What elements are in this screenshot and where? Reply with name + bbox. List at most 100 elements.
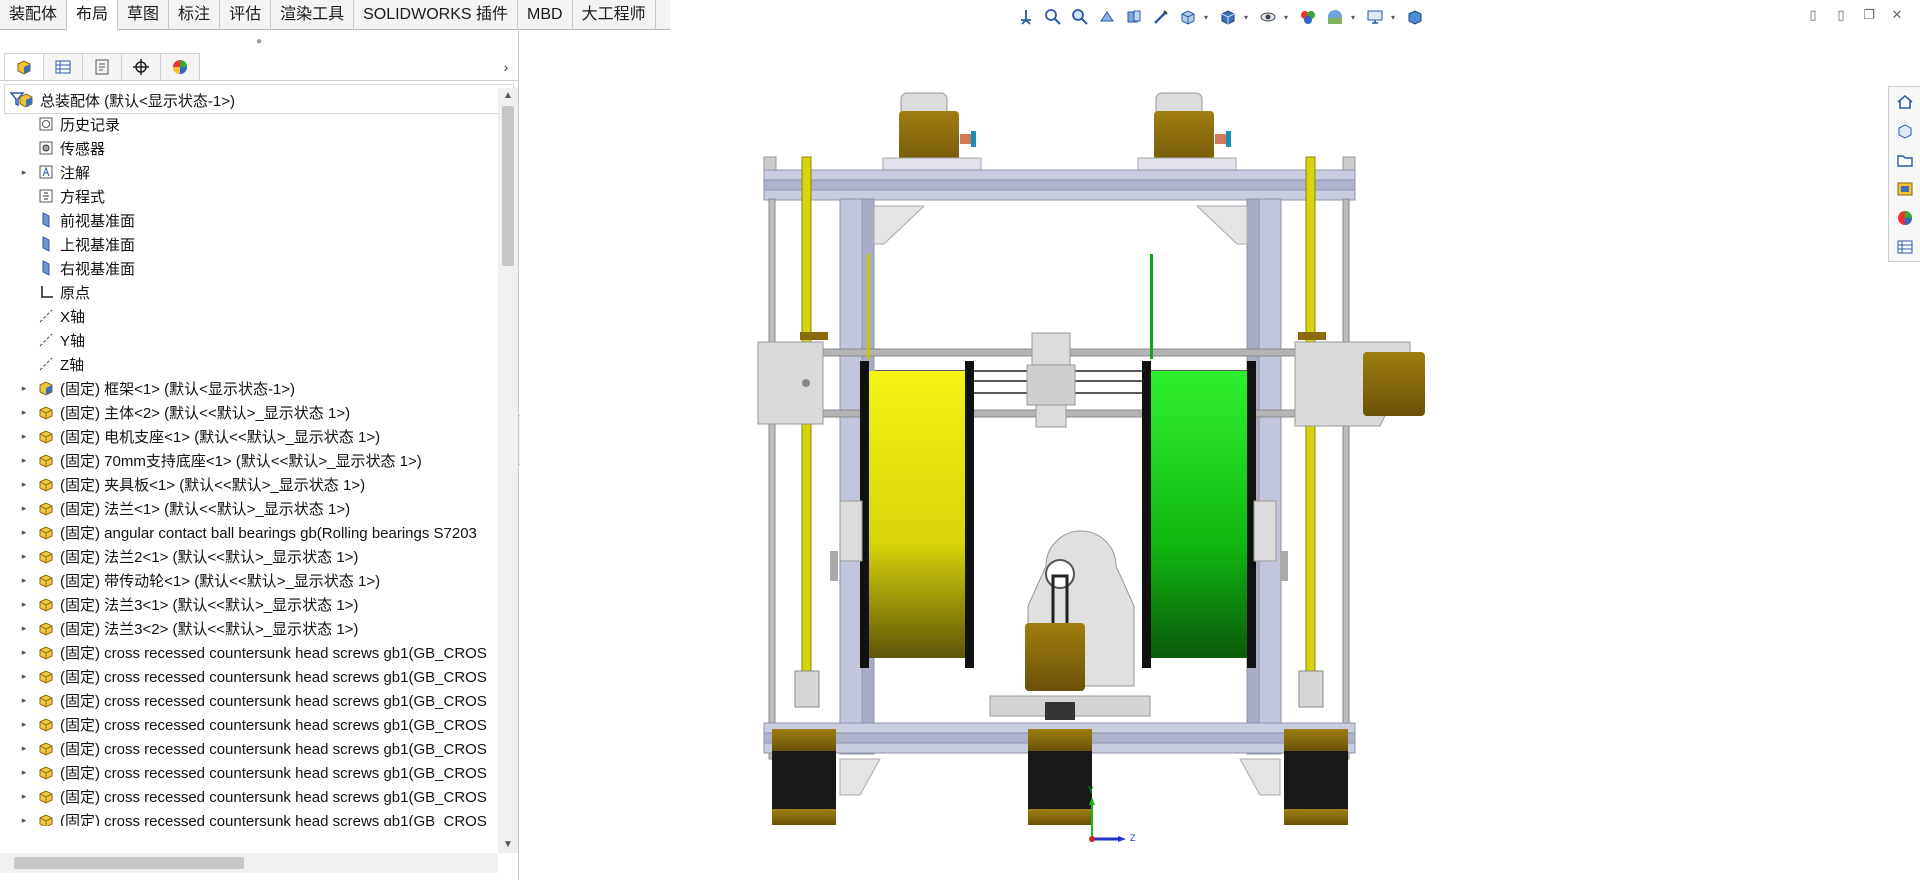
tab-0[interactable]: 装配体 <box>0 0 68 30</box>
tree-node[interactable]: Z轴 <box>0 352 498 376</box>
tree-node[interactable]: ▸ (固定) 电机支座<1> (默认<<默认>_显示状态 1>) <box>0 424 498 448</box>
view-orientation-dropdown-icon[interactable]: ▾ <box>1204 13 1212 22</box>
expand-arrow-icon[interactable]: ▸ <box>18 623 30 634</box>
view-palette-icon[interactable] <box>1889 174 1920 203</box>
tree-node[interactable]: ▸ (固定) 框架<1> (默认<显示状态-1>) <box>0 376 498 400</box>
tree-node[interactable]: ▸ (固定) 法兰2<1> (默认<<默认>_显示状态 1>) <box>0 544 498 568</box>
tree-node[interactable]: 原点 <box>0 280 498 304</box>
top-motor-right[interactable] <box>1137 92 1237 175</box>
dynamic-annotation-icon[interactable] <box>1150 6 1172 28</box>
horizontal-scroll-thumb[interactable] <box>14 857 244 869</box>
tree-node[interactable]: 右视基准面 <box>0 256 498 280</box>
home-icon[interactable] <box>1889 87 1920 116</box>
spool-yellow[interactable] <box>860 254 974 668</box>
tab-display-manager[interactable] <box>160 53 200 80</box>
tree-node[interactable]: ▸ (固定) 法兰3<2> (默认<<默认>_显示状态 1>) <box>0 616 498 640</box>
tree-node[interactable]: ▸ (固定) cross recessed countersunk head sc… <box>0 664 498 688</box>
view-orientation-icon[interactable] <box>1015 6 1037 28</box>
guide-rod-left-outer[interactable] <box>768 198 776 760</box>
display-style-icon[interactable] <box>1217 6 1239 28</box>
side-bracket-left[interactable] <box>757 332 828 425</box>
graphics-area[interactable]: Y Z <box>520 31 1880 880</box>
3d-view-icon[interactable] <box>1404 6 1426 28</box>
expand-arrow-icon[interactable]: ▸ <box>18 503 30 514</box>
tree-node[interactable]: 方程式 <box>0 184 498 208</box>
hide-show-dropdown-icon[interactable]: ▾ <box>1284 13 1292 22</box>
apply-scene-dropdown-icon[interactable]: ▾ <box>1351 13 1359 22</box>
view-settings-dropdown-icon[interactable]: ▾ <box>1391 13 1399 22</box>
spool-green[interactable] <box>1142 254 1256 668</box>
chevron-right-icon[interactable]: › <box>494 53 518 80</box>
vertical-scroll-thumb[interactable] <box>502 106 514 266</box>
tab-configuration-manager[interactable] <box>82 53 122 80</box>
expand-arrow-icon[interactable]: ▸ <box>18 407 30 418</box>
tab-2[interactable]: 草图 <box>118 0 170 30</box>
view-settings-icon[interactable] <box>1364 6 1386 28</box>
edit-appearance-icon[interactable] <box>1297 6 1319 28</box>
hide-show-items-icon[interactable] <box>1257 6 1279 28</box>
tile-right-icon[interactable]: ▯ <box>1832 6 1850 24</box>
tree-node[interactable]: X轴 <box>0 304 498 328</box>
tree-horizontal-scrollbar[interactable] <box>0 853 498 873</box>
tree-node[interactable]: 传感器 <box>0 136 498 160</box>
top-frame-beam[interactable] <box>763 156 1356 201</box>
section-view-icon[interactable] <box>1123 6 1145 28</box>
display-style-dropdown-icon[interactable]: ▾ <box>1244 13 1252 22</box>
expand-arrow-icon[interactable]: ▸ <box>18 647 30 658</box>
scroll-up-icon[interactable]: ▲ <box>498 88 518 104</box>
tree-node[interactable]: ▸ (固定) 法兰3<1> (默认<<默认>_显示状态 1>) <box>0 592 498 616</box>
tree-node[interactable]: ▸ (固定) cross recessed countersunk head sc… <box>0 808 498 826</box>
tab-5[interactable]: 渲染工具 <box>271 0 355 30</box>
tree-node[interactable]: ▸ (固定) cross recessed countersunk head sc… <box>0 640 498 664</box>
tree-node[interactable]: ▸ 注解 <box>0 160 498 184</box>
expand-arrow-icon[interactable]: ▸ <box>18 671 30 682</box>
tree-node[interactable]: ▸ (固定) cross recessed countersunk head sc… <box>0 736 498 760</box>
tree-node[interactable]: ▸ (固定) 夹具板<1> (默认<<默认>_显示状态 1>) <box>0 472 498 496</box>
tree-vertical-scrollbar[interactable]: ▲ ▼ <box>498 88 518 853</box>
guide-rod-right-outer[interactable] <box>1342 198 1350 760</box>
expand-arrow-icon[interactable]: ▸ <box>18 431 30 442</box>
custom-properties-icon[interactable] <box>1889 232 1920 261</box>
scroll-down-icon[interactable]: ▼ <box>498 837 518 853</box>
tree-node[interactable]: ▸ (固定) cross recessed countersunk head sc… <box>0 760 498 784</box>
zoom-to-fit-icon[interactable] <box>1042 6 1064 28</box>
center-motor-tower[interactable] <box>989 530 1151 720</box>
expand-arrow-icon[interactable]: ▸ <box>18 767 30 778</box>
tab-7[interactable]: MBD <box>518 0 573 30</box>
tree-node[interactable]: 总装配体 (默认<显示状态-1>) <box>0 88 498 112</box>
tree-node[interactable]: ▸ (固定) angular contact ball bearings gb(R… <box>0 520 498 544</box>
expand-arrow-icon[interactable]: ▸ <box>18 599 30 610</box>
tree-node[interactable]: ▸ (固定) cross recessed countersunk head sc… <box>0 688 498 712</box>
mid-plate-left[interactable] <box>839 500 863 562</box>
expand-arrow-icon[interactable]: ▸ <box>18 455 30 466</box>
tree-node[interactable]: ▸ (固定) 法兰<1> (默认<<默认>_显示状态 1>) <box>0 496 498 520</box>
apply-scene-icon[interactable] <box>1324 6 1346 28</box>
zoom-to-area-icon[interactable] <box>1069 6 1091 28</box>
view-orientation-cube-icon[interactable] <box>1177 6 1199 28</box>
tab-6[interactable]: SOLIDWORKS 插件 <box>354 0 519 30</box>
tree-node[interactable]: 上视基准面 <box>0 232 498 256</box>
tree-node[interactable]: 历史记录 <box>0 112 498 136</box>
expand-arrow-icon[interactable]: ▸ <box>18 575 30 586</box>
tree-node[interactable]: Y轴 <box>0 328 498 352</box>
lead-screw-right[interactable] <box>1305 156 1316 698</box>
expand-arrow-icon[interactable]: ▸ <box>18 551 30 562</box>
tab-8[interactable]: 大工程师 <box>573 0 656 30</box>
tree-node[interactable]: ▸ (固定) cross recessed countersunk head sc… <box>0 712 498 736</box>
expand-arrow-icon[interactable]: ▸ <box>18 479 30 490</box>
tree-node[interactable]: ▸ (固定) 70mm支持底座<1> (默认<<默认>_显示状态 1>) <box>0 448 498 472</box>
expand-arrow-icon[interactable]: ▸ <box>18 719 30 730</box>
tab-3[interactable]: 标注 <box>169 0 221 30</box>
pane-grip[interactable]: ● <box>0 31 518 53</box>
top-motor-left[interactable] <box>882 92 982 175</box>
expand-arrow-icon[interactable]: ▸ <box>18 383 30 394</box>
tree-node[interactable]: ▸ (固定) cross recessed countersunk head sc… <box>0 784 498 808</box>
appearances-icon[interactable] <box>1889 203 1920 232</box>
tab-1[interactable]: 布局 <box>67 0 119 30</box>
mid-plate-right[interactable] <box>1253 500 1277 562</box>
expand-arrow-icon[interactable]: ▸ <box>18 743 30 754</box>
resources-icon[interactable] <box>1889 116 1920 145</box>
tile-left-icon[interactable]: ▯ <box>1804 6 1822 24</box>
tab-property-manager[interactable] <box>43 53 83 80</box>
assembly-model[interactable] <box>520 31 1880 880</box>
